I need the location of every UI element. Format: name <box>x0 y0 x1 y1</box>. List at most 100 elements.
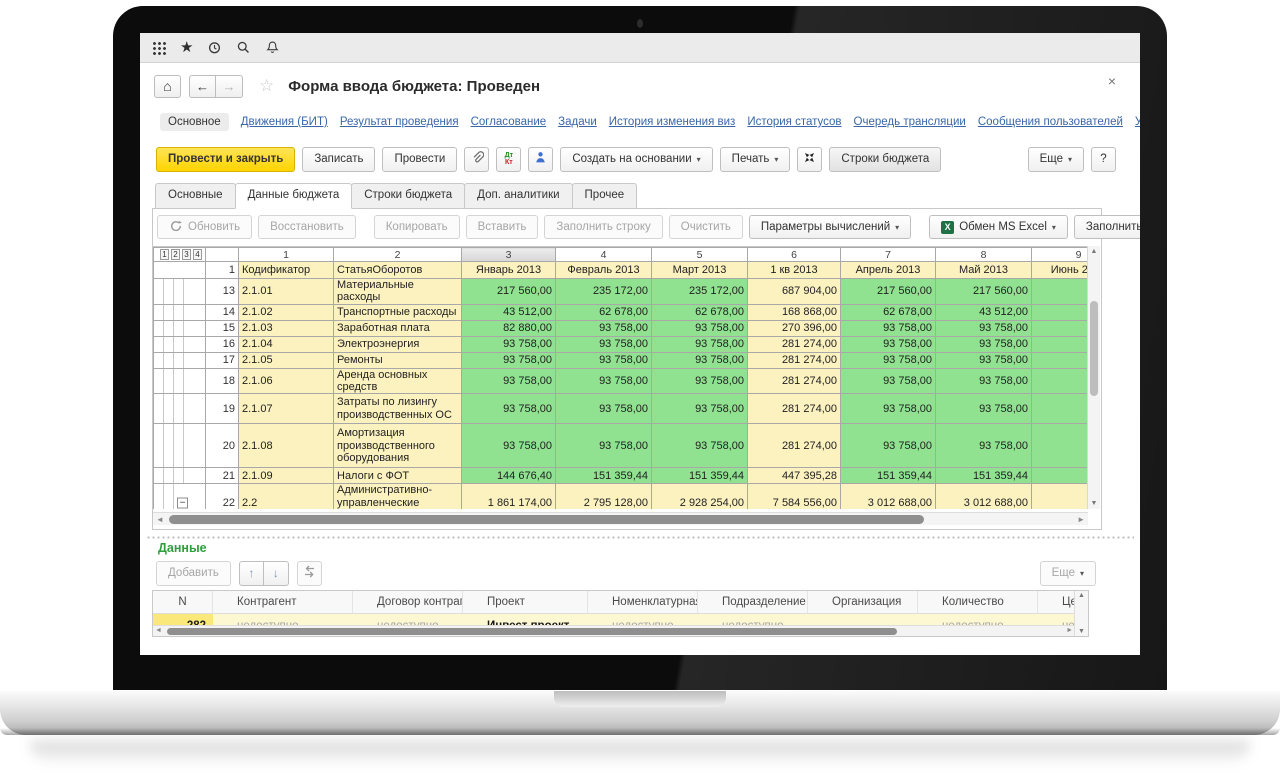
move-down-button[interactable]: ↓ <box>264 561 289 586</box>
grid-cell-value[interactable]: 281 274,00 <box>748 394 841 424</box>
grid-cell-value[interactable]: 43 512,00 <box>936 304 1032 320</box>
grid-cell-value[interactable]: 217 <box>1032 279 1089 305</box>
grid-row-number[interactable]: 15 <box>206 320 239 336</box>
grid-cell-value[interactable]: 168 868,00 <box>748 304 841 320</box>
add-button[interactable]: Добавить <box>156 561 231 586</box>
group-level-2-button[interactable]: 2 <box>171 249 180 260</box>
grid-row-number[interactable]: 1 <box>206 262 239 279</box>
nav-item-main[interactable]: Основное <box>160 113 229 131</box>
grid-cell-value[interactable]: 151 359,44 <box>841 468 936 484</box>
grid-cell-article[interactable]: Ремонты <box>334 352 462 368</box>
grid-cell-code[interactable]: 2.1.03 <box>239 320 334 336</box>
create-based-on-button[interactable]: Создать на основании▾ <box>560 147 712 172</box>
post-and-close-button[interactable]: Провести и закрыть <box>156 147 295 172</box>
tab-main[interactable]: Основные <box>155 183 236 209</box>
column-number[interactable]: 6 <box>748 248 841 262</box>
grid-cell-value[interactable]: 93 758,00 <box>652 336 748 352</box>
data-horizontal-scrollbar[interactable]: ◄ ► <box>153 625 1075 636</box>
grid-cell-value[interactable]: 62 678,00 <box>652 304 748 320</box>
header-month[interactable]: Январь 2013 <box>462 262 556 279</box>
column-number[interactable]: 8 <box>936 248 1032 262</box>
tab-other[interactable]: Прочее <box>572 183 638 209</box>
nav-item-user-messages[interactable]: Сообщения пользователей <box>978 116 1123 128</box>
data-more-button[interactable]: Еще▾ <box>1040 561 1096 586</box>
data-vertical-scrollbar[interactable]: ▲ ▼ <box>1074 591 1088 636</box>
grid-row-number[interactable]: 19 <box>206 394 239 424</box>
grid-cell-value[interactable]: 93 758,00 <box>841 394 936 424</box>
column-header[interactable]: Контрагент <box>213 591 353 613</box>
grid-cell-value[interactable]: 93 758,00 <box>462 368 556 394</box>
grid-cell-value[interactable]: 93 758,00 <box>936 368 1032 394</box>
grid-cell-article[interactable]: Транспортные расходы <box>334 304 462 320</box>
grid-cell-value[interactable]: 93 758,00 <box>841 320 936 336</box>
grid-cell-article[interactable]: Материальные расходы <box>334 279 462 305</box>
scroll-up-icon[interactable]: ▲ <box>1088 248 1100 255</box>
grid-cell-value[interactable]: 151 359,44 <box>556 468 652 484</box>
nav-item-approval[interactable]: Согласование <box>471 116 547 128</box>
help-button[interactable]: ? <box>1091 147 1116 172</box>
grid-cell-article[interactable]: Налоги с ФОТ <box>334 468 462 484</box>
grid-cell-value[interactable]: 93 758,00 <box>652 320 748 336</box>
grid-cell-value[interactable]: 2 332 <box>1032 484 1089 509</box>
column-header[interactable]: Номенклатурная г... <box>588 591 698 613</box>
collapse-groups-button[interactable] <box>797 147 822 172</box>
grid-vertical-scrollbar[interactable]: ▲ ▼ <box>1087 246 1100 509</box>
column-number[interactable]: 5 <box>652 248 748 262</box>
header-article[interactable]: СтатьяОборотов <box>334 262 462 279</box>
grid-cell-value[interactable]: 93 758,00 <box>652 424 748 468</box>
scroll-down-icon[interactable]: ▼ <box>1088 500 1100 507</box>
column-number[interactable]: 3 <box>462 248 556 262</box>
copy-button[interactable]: Копировать <box>374 215 460 239</box>
grid-row-number[interactable]: 20 <box>206 424 239 468</box>
scrollbar-thumb[interactable] <box>167 628 897 635</box>
post-button[interactable]: Провести <box>382 147 457 172</box>
grid-cell-value[interactable]: 93 758,00 <box>556 336 652 352</box>
scrollbar-thumb[interactable] <box>169 515 924 524</box>
grid-cell-value[interactable]: 144 676,40 <box>462 468 556 484</box>
grid-cell-value[interactable]: 62 678,00 <box>556 304 652 320</box>
header-quarter[interactable]: 1 кв 2013 <box>748 262 841 279</box>
grid-cell-value[interactable]: 281 274,00 <box>748 424 841 468</box>
grid-cell-value[interactable]: 1 861 174,00 <box>462 484 556 509</box>
budget-lines-button[interactable]: Строки бюджета <box>829 147 941 172</box>
grid-cell-value[interactable]: 62 678,00 <box>841 304 936 320</box>
grid-cell-value[interactable]: 217 560,00 <box>462 279 556 305</box>
grid-cell-value[interactable]: 93 <box>1032 336 1089 352</box>
grid-cell-value[interactable]: 93 758,00 <box>936 394 1032 424</box>
tab-budget-lines[interactable]: Строки бюджета <box>351 183 465 209</box>
grid-cell-value[interactable]: 93 758,00 <box>936 336 1032 352</box>
header-code[interactable]: Кодификатор <box>239 262 334 279</box>
column-number[interactable]: 4 <box>556 248 652 262</box>
grid-cell-value[interactable]: 93 758,00 <box>462 394 556 424</box>
grid-row-number[interactable]: 22 <box>206 484 239 509</box>
scroll-right-icon[interactable]: ► <box>1077 515 1085 524</box>
scroll-up-icon[interactable]: ▲ <box>1075 592 1088 599</box>
grid-cell-value[interactable]: 2 795 128,00 <box>556 484 652 509</box>
grid-cell-article[interactable]: Заработная плата <box>334 320 462 336</box>
tab-extra-analytics[interactable]: Доп. аналитики <box>464 183 572 209</box>
grid-cell-article[interactable]: Затраты по лизингу производственных ОС <box>334 394 462 424</box>
nav-item-tasks[interactable]: Задачи <box>558 116 597 128</box>
grid-cell-value[interactable]: 3 012 688,00 <box>841 484 936 509</box>
grid-cell-value[interactable]: 2 928 254,00 <box>652 484 748 509</box>
favorites-star-icon[interactable]: ★ <box>180 40 193 55</box>
calc-params-button[interactable]: Параметры вычислений▾ <box>749 215 911 239</box>
grid-row-number[interactable]: 16 <box>206 336 239 352</box>
grid-cell-value[interactable]: 82 <box>1032 320 1089 336</box>
grid-row-number[interactable]: 17 <box>206 352 239 368</box>
grid-cell-value[interactable]: 151 359,44 <box>936 468 1032 484</box>
grid-cell-value[interactable]: 93 758,00 <box>652 394 748 424</box>
search-icon[interactable] <box>236 40 251 55</box>
column-header[interactable]: Подразделение <box>698 591 808 613</box>
grid-cell-value[interactable]: 93 <box>1032 352 1089 368</box>
group-level-1-button[interactable]: 1 <box>160 249 169 260</box>
grid-cell-value[interactable]: 93 <box>1032 424 1089 468</box>
grid-cell-value[interactable]: 3 012 688,00 <box>936 484 1032 509</box>
grid-row-number[interactable]: 21 <box>206 468 239 484</box>
nav-item-broadcast-queue[interactable]: Очередь трансляции <box>854 116 966 128</box>
column-header[interactable]: Договор контраге... <box>353 591 463 613</box>
grid-cell-article[interactable]: Аренда основных средств <box>334 368 462 394</box>
back-button[interactable]: ← <box>189 75 216 98</box>
grid-cell-value[interactable]: 93 758,00 <box>841 336 936 352</box>
grid-cell-value[interactable]: 93 758,00 <box>652 368 748 394</box>
